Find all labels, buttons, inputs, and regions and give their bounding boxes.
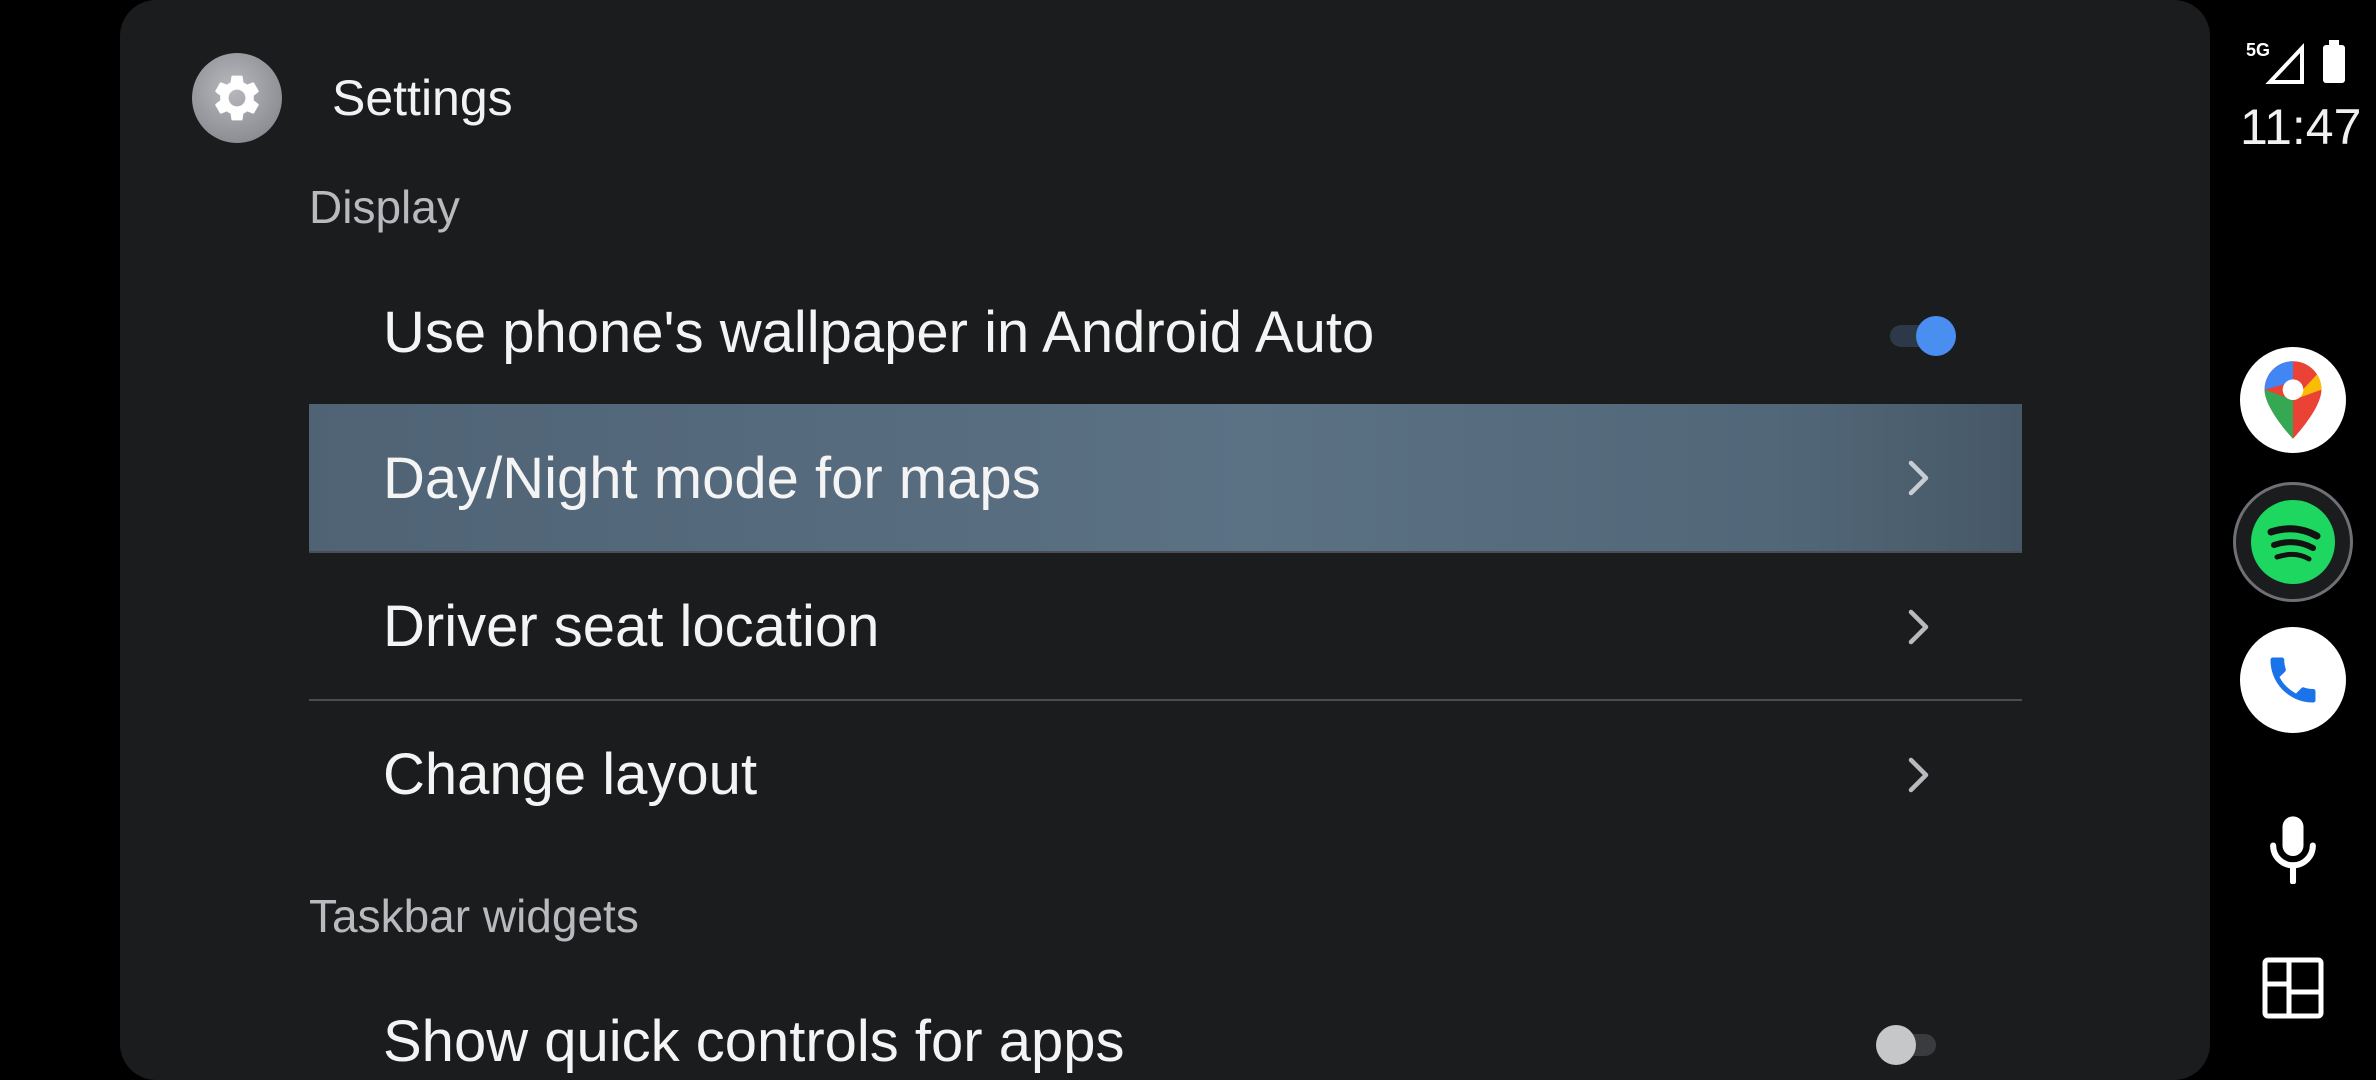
status-bar: 5G xyxy=(2240,36,2350,91)
network-type: 5G xyxy=(2246,40,2270,60)
daynight-mode-label: Day/Night mode for maps xyxy=(383,445,1041,511)
quick-controls-toggle[interactable] xyxy=(1876,1022,1946,1065)
settings-header: Settings xyxy=(192,52,513,144)
toggle-knob xyxy=(1916,315,1956,356)
quick-controls-label: Show quick controls for apps xyxy=(383,1009,1125,1074)
dashboard-layout-icon xyxy=(2262,957,2324,1019)
mic-glyph-icon xyxy=(2270,816,2316,884)
google-maps-icon[interactable] xyxy=(2240,347,2346,453)
phone-icon[interactable] xyxy=(2240,627,2346,733)
section-taskbar-widgets: Taskbar widgets xyxy=(309,890,639,942)
spotify-logo-icon xyxy=(2251,500,2335,584)
wallpaper-setting-label: Use phone's wallpaper in Android Auto xyxy=(383,300,1375,365)
clock: 11:47 xyxy=(2240,99,2362,155)
chevron-right-icon xyxy=(1908,609,1929,644)
wallpaper-setting-row[interactable]: Use phone's wallpaper in Android Auto xyxy=(309,259,2022,406)
section-display: Display xyxy=(309,181,460,233)
daynight-mode-row[interactable]: Day/Night mode for maps xyxy=(309,404,2022,552)
chevron-right-icon xyxy=(1908,757,1929,792)
phone-handset-icon xyxy=(2270,657,2316,703)
change-layout-label: Change layout xyxy=(383,742,758,807)
microphone-icon[interactable] xyxy=(2240,796,2346,902)
driver-seat-label: Driver seat location xyxy=(383,594,880,659)
launcher-grid-icon[interactable] xyxy=(2240,935,2346,1041)
quick-controls-row[interactable]: Show quick controls for apps xyxy=(309,968,2022,1080)
driver-seat-row[interactable]: Driver seat location xyxy=(309,553,2022,700)
settings-panel: Settings Display Use phone's wallpaper i… xyxy=(120,0,2210,1080)
change-layout-row[interactable]: Change layout xyxy=(309,701,2022,848)
toggle-knob xyxy=(1876,1024,1916,1065)
chevron-right-icon xyxy=(1908,460,1929,496)
gear-icon xyxy=(192,53,282,143)
page-title: Settings xyxy=(332,70,513,126)
battery-icon xyxy=(2323,40,2345,83)
maps-pin-icon xyxy=(2264,361,2322,439)
wallpaper-toggle[interactable] xyxy=(1886,313,1956,356)
spotify-icon[interactable] xyxy=(2233,482,2353,602)
